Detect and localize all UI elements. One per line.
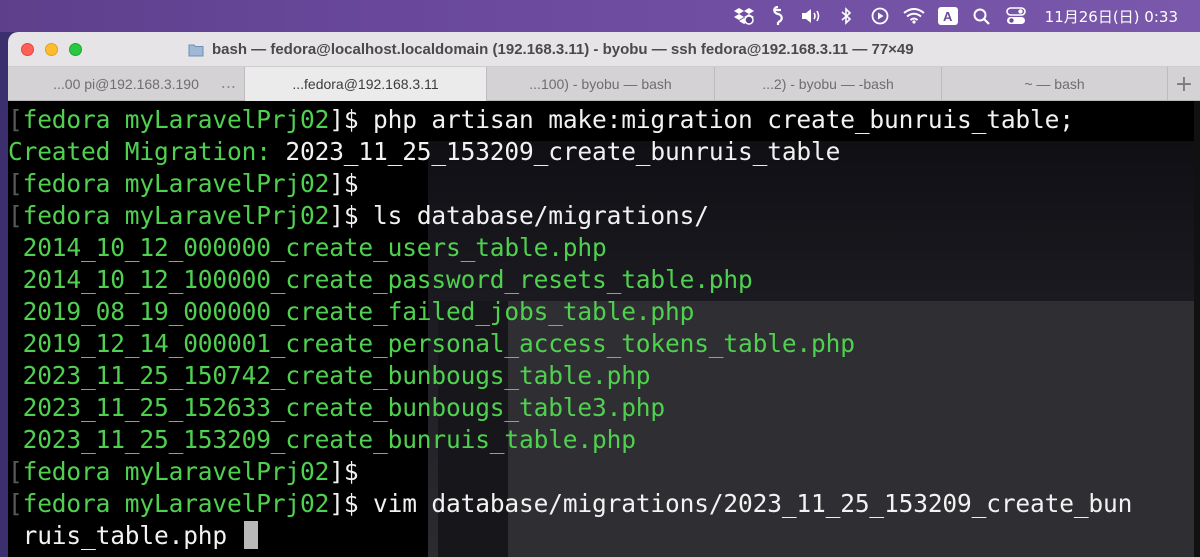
prompt-bracket: [	[8, 201, 23, 230]
shell-prompt: [fedora myLaravelPrj02]$	[8, 457, 359, 486]
terminal-line: [fedora myLaravelPrj02]$	[8, 168, 1200, 200]
terminal-line: 2023_11_25_152633_create_bunbougs_table3…	[8, 392, 1200, 424]
add-tab-button[interactable]: +	[1168, 67, 1200, 101]
terminal-line: ruis_table.php	[8, 520, 1200, 552]
command-text: ruis_table.php	[8, 521, 242, 550]
prompt-text: fedora myLaravelPrj02	[22, 105, 330, 134]
command-text: ls database/migrations/	[358, 201, 709, 230]
title-bar[interactable]: bash — fedora@localhost.localdomain (192…	[8, 32, 1200, 67]
prompt-text: fedora myLaravelPrj02	[22, 201, 330, 230]
tab-home-bash[interactable]: ~ — bash	[942, 67, 1168, 101]
tab-byobu-bash[interactable]: ...100) - byobu — bash	[487, 67, 715, 101]
prompt-symbol: ]$	[329, 105, 359, 134]
window-title: bash — fedora@localhost.localdomain (192…	[212, 41, 914, 58]
menubar-clock[interactable]: 11月26日(日) 0:33	[1045, 6, 1178, 27]
terminal-line: 2014_10_12_100000_create_password_resets…	[8, 264, 1200, 296]
prompt-text: fedora myLaravelPrj02	[22, 489, 330, 518]
terminal-line: 2019_08_19_000000_create_failed_jobs_tab…	[8, 296, 1200, 328]
terminal-window: bash — fedora@localhost.localdomain (192…	[8, 32, 1200, 557]
script-icon[interactable]	[761, 0, 795, 32]
terminal-line: [fedora myLaravelPrj02]$ php artisan mak…	[8, 104, 1200, 136]
terminal-line: 2014_10_12_000000_create_users_table.php	[8, 232, 1200, 264]
prompt-symbol: ]$	[329, 489, 359, 518]
play-circle-icon[interactable]	[863, 0, 897, 32]
file-name: 2014_10_12_000000_create_users_table.php	[8, 233, 607, 262]
output-label: Created Migration:	[8, 137, 286, 166]
ime-icon[interactable]: A	[931, 0, 965, 32]
prompt-bracket: [	[8, 105, 23, 134]
dropbox-icon[interactable]	[727, 0, 761, 32]
control-center-icon[interactable]	[999, 0, 1033, 32]
shell-prompt: [fedora myLaravelPrj02]$	[8, 201, 359, 230]
shell-prompt: [fedora myLaravelPrj02]$	[8, 105, 359, 134]
tab-label: ...100) - byobu — bash	[529, 76, 672, 92]
tab-overflow-icon[interactable]: ...	[221, 73, 236, 92]
text-cursor	[243, 521, 258, 549]
terminal-line: Created Migration: 2023_11_25_153209_cre…	[8, 136, 1200, 168]
command-text: vim database/migrations/2023_11_25_15320…	[358, 489, 1133, 518]
terminal-line: 2019_12_14_000001_create_personal_access…	[8, 328, 1200, 360]
prompt-text: fedora myLaravelPrj02	[22, 169, 330, 198]
tab-byobu-dash-bash[interactable]: ...2) - byobu — -bash	[715, 67, 942, 101]
tab-label: ...2) - byobu — -bash	[762, 76, 894, 92]
menu-bar: A 11月26日(日) 0:33	[0, 0, 1200, 32]
terminal-line: 2023_11_25_153209_create_bunruis_table.p…	[8, 424, 1200, 456]
terminal-content[interactable]: [fedora myLaravelPrj02]$ php artisan mak…	[8, 101, 1200, 557]
tab-label: ~ — bash	[1024, 76, 1085, 92]
command-text: php artisan make:migration create_bunrui…	[358, 105, 1074, 134]
tab-label: ...00 pi@192.168.3.190	[53, 76, 199, 92]
tab-label: ...fedora@192.168.3.11	[292, 76, 439, 92]
volume-icon[interactable]	[795, 0, 829, 32]
zoom-button[interactable]	[69, 43, 82, 56]
terminal-line: [fedora myLaravelPrj02]$	[8, 456, 1200, 488]
file-name: 2023_11_25_153209_create_bunruis_table.p…	[8, 425, 636, 454]
terminal-output: [fedora myLaravelPrj02]$ php artisan mak…	[8, 104, 1200, 552]
close-button[interactable]	[21, 43, 34, 56]
search-icon[interactable]	[965, 0, 999, 32]
tab-fedora[interactable]: ...fedora@192.168.3.11	[245, 67, 487, 101]
file-name: 2023_11_25_152633_create_bunbougs_table3…	[8, 393, 666, 422]
terminal-line: [fedora myLaravelPrj02]$ ls database/mig…	[8, 200, 1200, 232]
scrollbar[interactable]	[1194, 101, 1200, 557]
prompt-symbol: ]$	[329, 201, 359, 230]
prompt-bracket: [	[8, 457, 23, 486]
prompt-bracket: [	[8, 489, 23, 518]
minimize-button[interactable]	[45, 43, 58, 56]
file-name: 2019_08_19_000000_create_failed_jobs_tab…	[8, 297, 695, 326]
prompt-bracket: [	[8, 169, 23, 198]
file-name: 2019_12_14_000001_create_personal_access…	[8, 329, 855, 358]
ime-label: A	[937, 7, 958, 25]
tab-pi[interactable]: ...00 pi@192.168.3.190 ...	[8, 67, 245, 101]
output-value: 2023_11_25_153209_create_bunruis_table	[285, 137, 841, 166]
prompt-symbol: ]$	[329, 169, 359, 198]
prompt-symbol: ]$	[329, 457, 359, 486]
tab-bar: ...00 pi@192.168.3.190 ... ...fedora@192…	[8, 67, 1200, 101]
file-name: 2023_11_25_150742_create_bunbougs_table.…	[8, 361, 651, 390]
terminal-line: [fedora myLaravelPrj02]$ vim database/mi…	[8, 488, 1200, 520]
prompt-text: fedora myLaravelPrj02	[22, 457, 330, 486]
shell-prompt: [fedora myLaravelPrj02]$	[8, 489, 359, 518]
shell-prompt: [fedora myLaravelPrj02]$	[8, 169, 359, 198]
terminal-line: 2023_11_25_150742_create_bunbougs_table.…	[8, 360, 1200, 392]
bluetooth-icon[interactable]	[829, 0, 863, 32]
file-name: 2014_10_12_100000_create_password_resets…	[8, 265, 753, 294]
folder-icon	[188, 44, 204, 56]
wifi-icon[interactable]	[897, 0, 931, 32]
